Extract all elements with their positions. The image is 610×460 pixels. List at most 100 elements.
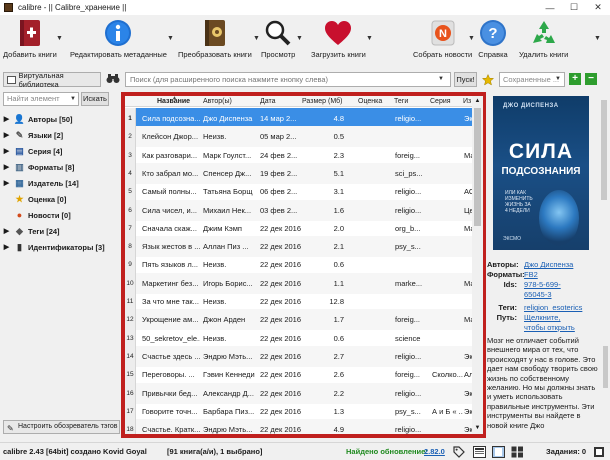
layout-book-details-icon[interactable] xyxy=(472,445,486,459)
tags-icon: ◆ xyxy=(16,225,23,236)
scroll-up-arrow-icon[interactable]: ▲ xyxy=(472,96,483,107)
add-books-button[interactable]: Добавить книги xyxy=(3,18,57,59)
column-header-size[interactable]: Размер (Мб) xyxy=(302,96,350,107)
tag-browser: Найти элемент ▼ Искать ▶ 👤 Авторы [50] ▶ ✎ Яз… xyxy=(0,90,120,439)
description-scrollbar[interactable] xyxy=(601,336,610,432)
configure-tag-browser-button[interactable]: ✎ Настроить обозреватель тэгов xyxy=(3,420,120,434)
remove-books-dropdown-icon[interactable]: ▼ xyxy=(594,35,601,42)
virtual-library-button[interactable]: Виртуальная библиотека xyxy=(3,70,101,89)
get-books-label: Загрузить книги xyxy=(311,50,366,59)
delete-search-button[interactable]: − xyxy=(585,73,597,85)
saved-searches-select[interactable]: Сохраненные ... ▼ xyxy=(499,72,565,87)
search-input[interactable] xyxy=(125,72,451,87)
expand-arrow-icon[interactable]: ▶ xyxy=(2,179,11,187)
status-jobs[interactable]: Задания: 0 xyxy=(546,443,586,460)
ids-value-link[interactable]: 978-5-699- xyxy=(524,280,561,290)
table-row[interactable]: 18 Счастье. Кратк... Эндрю Мэть... 22 дек 2… xyxy=(125,419,482,435)
remove-books-button[interactable]: Удалить книги xyxy=(519,18,568,59)
maximize-button[interactable]: ☐ xyxy=(562,0,586,15)
tag-tree-item[interactable]: ▶ ▥ Форматы [8] xyxy=(0,159,116,175)
details-scroll-thumb[interactable] xyxy=(601,100,607,200)
expand-arrow-icon[interactable]: ▶ xyxy=(2,227,11,235)
tag-tree-item-label: Форматы [8] xyxy=(28,162,75,172)
minimize-button[interactable]: — xyxy=(538,0,562,15)
main-toolbar: Добавить книги ▼ Редактировать метаданны… xyxy=(0,15,610,65)
path-open-link[interactable]: Щелкните, xyxy=(524,313,561,323)
help-label: Справка xyxy=(478,50,508,59)
column-header-rating[interactable]: Оценка xyxy=(358,96,388,107)
view-label: Просмотр xyxy=(261,50,296,59)
expand-arrow-icon[interactable]: ▶ xyxy=(2,243,11,251)
virtual-library-label: Виртуальная библиотека xyxy=(18,70,64,89)
get-books-dropdown-icon[interactable]: ▼ xyxy=(366,35,373,42)
convert-books-button[interactable]: Преобразовать книги xyxy=(178,18,252,59)
tags-value-link[interactable]: religion_esoterics xyxy=(524,303,582,313)
tag-tree-item[interactable]: ● Новости [0] xyxy=(0,207,116,223)
authors-value-link[interactable]: Джо Диспенза xyxy=(524,260,573,270)
column-header-date[interactable]: Дата xyxy=(260,96,292,107)
column-header-series[interactable]: Серия xyxy=(430,96,460,107)
path-key: Путь: xyxy=(496,313,517,322)
expand-arrow-icon[interactable]: ▶ xyxy=(2,163,11,171)
search-bar: Виртуальная библиотека ▼ Пуск! Сохраненн… xyxy=(0,70,610,89)
tag-tree-item[interactable]: ▶ ▤ Серия [4] xyxy=(0,143,116,159)
status-bar: calibre 2.43 [64bit] создано Kovid Goyal… xyxy=(0,442,610,460)
view-dropdown-icon[interactable]: ▼ xyxy=(296,35,303,42)
tag-tree-item[interactable]: ▶ ✎ Языки [2] xyxy=(0,127,116,143)
advanced-search-icon[interactable] xyxy=(106,73,120,87)
edit-metadata-label: Редактировать метаданные xyxy=(70,50,167,59)
expand-arrow-icon[interactable]: ▶ xyxy=(2,115,11,123)
news-icon: ● xyxy=(16,210,23,220)
expand-arrow-icon[interactable]: ▶ xyxy=(2,131,11,139)
cover-subtitle: ИЛИ КАК ИЗМЕНИТЬ ЖИЗНЬ ЗА 4 НЕДЕЛИ xyxy=(505,190,533,214)
fetch-news-dropdown-icon[interactable]: ▼ xyxy=(468,35,475,42)
expand-arrow-icon[interactable]: ▶ xyxy=(2,147,11,155)
tag-tree-item[interactable]: ▶ ▦ Издатель [14] xyxy=(0,175,116,191)
search-go-button[interactable]: Пуск! xyxy=(454,72,477,87)
column-header-title[interactable]: Название xyxy=(157,96,201,107)
convert-dropdown-icon[interactable]: ▼ xyxy=(253,35,260,42)
jobs-spinner-icon[interactable] xyxy=(592,445,606,459)
tag-find-input[interactable]: Найти элемент ▼ xyxy=(3,92,79,106)
book-cover-image[interactable]: ДЖО ДИСПЕНЗА СИЛА ПОДСОЗНАНИЯ ИЛИ КАК ИЗ… xyxy=(493,96,589,250)
column-header-authors[interactable]: Автор(ы) xyxy=(203,96,258,107)
description-scroll-thumb[interactable] xyxy=(603,346,608,388)
tag-tree-item[interactable]: ▶ 👤 Авторы [50] xyxy=(0,111,116,127)
tag-tree-item[interactable]: ▶ ▮ Идентификаторы [3] xyxy=(0,239,116,255)
tag-find-button[interactable]: Искать xyxy=(81,92,109,106)
details-scrollbar[interactable] xyxy=(599,90,609,258)
table-vertical-scrollbar[interactable]: ▲ ▼ xyxy=(472,96,483,434)
scroll-thumb[interactable] xyxy=(474,108,481,226)
fetch-news-button[interactable]: N Собрать новости xyxy=(413,18,472,59)
status-update-version-link[interactable]: 2.82.0 xyxy=(424,443,445,460)
tag-find-dropdown-icon: ▼ xyxy=(70,96,76,102)
ids-value-link-2[interactable]: 65045-3 xyxy=(524,290,552,300)
get-books-button[interactable]: Загрузить книги xyxy=(311,18,366,59)
title-bar: calibre - || Calibre_хранение || — ☐ ✕ xyxy=(0,0,610,15)
copy-search-star-icon[interactable] xyxy=(479,72,496,87)
tag-tree-item[interactable]: ▶ ◆ Теги [24] xyxy=(0,223,116,239)
scroll-down-arrow-icon[interactable]: ▼ xyxy=(472,423,483,434)
add-books-dropdown-icon[interactable]: ▼ xyxy=(56,35,63,42)
layout-grid-icon[interactable] xyxy=(510,445,524,459)
view-button[interactable]: Просмотр xyxy=(261,18,295,59)
save-search-button[interactable]: + xyxy=(569,73,581,85)
tag-tree-item-label: Авторы [50] xyxy=(28,114,73,124)
tag-tree-item-label: Языки [2] xyxy=(28,130,64,140)
cell-title: Счастье. Кратк... xyxy=(142,425,200,435)
close-button[interactable]: ✕ xyxy=(586,0,610,15)
column-header-tags[interactable]: Теги xyxy=(394,96,424,107)
tag-tree-item[interactable]: ★ Оценка [0] xyxy=(0,191,116,207)
formats-value-link[interactable]: FB2 xyxy=(524,270,538,280)
tag-find-placeholder: Найти элемент xyxy=(7,94,60,103)
path-open-link-2[interactable]: чтобы открыть xyxy=(524,323,575,333)
edit-metadata-dropdown-icon[interactable]: ▼ xyxy=(167,35,174,42)
tag-tree-item-label: Идентификаторы [3] xyxy=(28,242,105,252)
tag-icon[interactable] xyxy=(452,445,466,459)
search-history-dropdown-icon[interactable]: ▼ xyxy=(438,76,444,82)
cover-glow-art xyxy=(539,190,579,246)
status-version: calibre 2.43 [64bit] создано Kovid Goyal xyxy=(3,447,147,456)
layout-cover-browser-icon[interactable] xyxy=(491,445,505,459)
help-button[interactable]: ? Справка xyxy=(478,18,508,59)
edit-metadata-button[interactable]: Редактировать метаданные xyxy=(70,18,167,59)
